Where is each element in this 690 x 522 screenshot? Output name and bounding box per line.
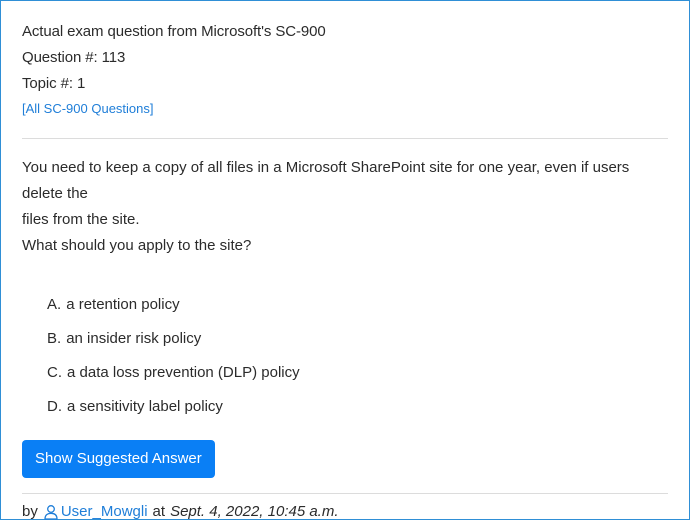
- choice-b[interactable]: B. an insider risk policy: [47, 322, 668, 356]
- all-questions-link[interactable]: [All SC-900 Questions]: [22, 96, 154, 122]
- by-label: by: [22, 503, 38, 520]
- show-suggested-answer-button[interactable]: Show Suggested Answer: [22, 440, 215, 478]
- choice-text: an insider risk policy: [66, 330, 202, 347]
- question-card: Actual exam question from Microsoft's SC…: [0, 0, 690, 520]
- choice-text: a sensitivity label policy: [67, 398, 223, 415]
- question-body: You need to keep a copy of all files in …: [22, 155, 668, 259]
- at-label: at: [152, 503, 166, 520]
- question-text-line-2: files from the site.: [22, 211, 140, 228]
- choice-letter: B.: [47, 330, 62, 347]
- user-link[interactable]: User_Mowgli: [43, 502, 148, 522]
- footer-divider: [22, 493, 668, 494]
- question-prompt: What should you apply to the site?: [22, 237, 252, 254]
- question-text-line-1: You need to keep a copy of all files in …: [22, 159, 630, 202]
- username: User_Mowgli: [60, 503, 148, 520]
- post-date: Sept. 4, 2022, 10:45 a.m.: [170, 503, 339, 520]
- choice-text: a data loss prevention (DLP) policy: [67, 364, 300, 381]
- question-header: Actual exam question from Microsoft's SC…: [22, 1, 668, 122]
- choice-d[interactable]: D. a sensitivity label policy: [47, 390, 668, 424]
- post-meta: by User_Mowgli at Sept. 4, 2022, 10:45 a…: [22, 502, 668, 522]
- exam-title: Actual exam question from Microsoft's SC…: [22, 23, 326, 40]
- choice-letter: C.: [47, 364, 62, 381]
- choice-letter: D.: [47, 398, 62, 415]
- user-icon: [44, 505, 58, 520]
- question-number: Question #: 113: [22, 49, 126, 66]
- choice-text: a retention policy: [66, 296, 180, 313]
- choice-c[interactable]: C. a data loss prevention (DLP) policy: [47, 356, 668, 390]
- choice-a[interactable]: A. a retention policy: [47, 288, 668, 322]
- choice-letter: A.: [47, 296, 62, 313]
- topic-number: Topic #: 1: [22, 75, 86, 92]
- header-divider: [22, 138, 668, 139]
- answer-choices: A. a retention policy B. an insider risk p…: [22, 288, 668, 424]
